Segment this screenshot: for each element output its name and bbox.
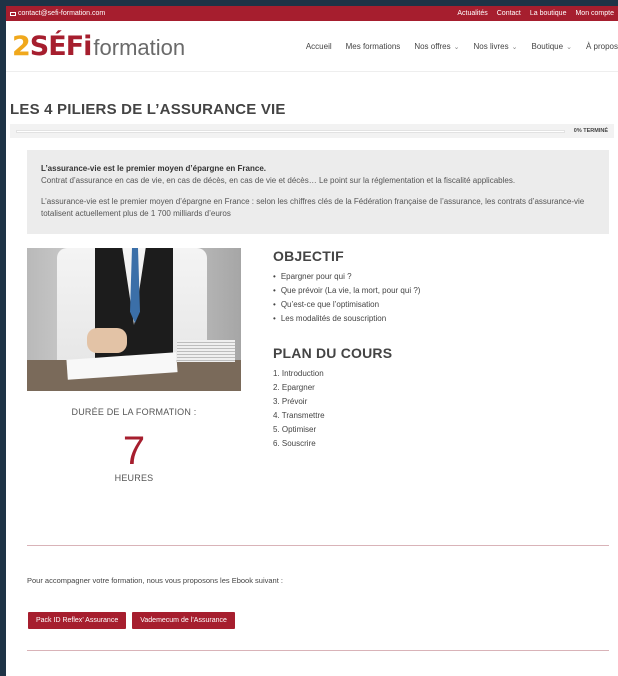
main-nav: Accueil Mes formations Nos offres ⌄ Nos l… — [306, 42, 618, 51]
vademecum-button[interactable]: Vademecum de l’Assurance — [132, 612, 235, 629]
chevron-down-icon: ⌄ — [511, 43, 518, 51]
nav-boutique[interactable]: Boutique ⌄ — [532, 42, 572, 51]
course-photo — [27, 248, 241, 391]
course-left-column: DURÉE DE LA FORMATION : 7 HEURES — [27, 248, 241, 483]
logo-mark: 2 S É Fi — [12, 30, 92, 62]
top-link-boutique[interactable]: La boutique — [530, 10, 567, 17]
browser-page: contact@sefi-formation.com Actualités Co… — [6, 6, 618, 676]
ebook-buttons: Pack ID Reflex’ Assurance Vademecum de l… — [28, 612, 618, 629]
duration-value: 7 — [122, 429, 146, 473]
course-content: DURÉE DE LA FORMATION : 7 HEURES OBJECTI… — [27, 248, 618, 483]
nav-nos-livres[interactable]: Nos livres ⌄ — [474, 42, 518, 51]
ebook-intro: Pour accompagner votre formation, nous v… — [27, 576, 283, 585]
intro-paragraph-1: L’assurance-vie est le premier moyen d’é… — [41, 163, 595, 187]
objectif-item: Epargner pour qui ? — [273, 270, 593, 284]
top-links: Actualités Contact La boutique Mon compt… — [457, 10, 614, 17]
intro-lead: L’assurance-vie est le premier moyen d’é… — [41, 164, 266, 173]
objectif-title: OBJECTIF — [273, 248, 344, 264]
objectif-item: Les modalités de souscription — [273, 312, 593, 326]
plan-title: PLAN DU COURS — [273, 345, 393, 361]
nav-accueil[interactable]: Accueil — [306, 42, 332, 51]
progress-label: 0% TERMINÉ — [573, 128, 608, 134]
site-logo[interactable]: 2 S É Fi formation — [12, 31, 185, 62]
nav-mes-formations[interactable]: Mes formations — [346, 42, 401, 51]
course-right-column: OBJECTIF Epargner pour qui ? Que prévoir… — [273, 248, 593, 483]
progress-track — [16, 129, 565, 133]
chevron-down-icon: ⌄ — [566, 43, 572, 51]
contact-email-link[interactable]: contact@sefi-formation.com — [10, 10, 105, 17]
pack-id-reflex-button[interactable]: Pack ID Reflex’ Assurance — [28, 612, 127, 629]
plan-list: 1. Introduction 2. Epargner 3. Prévoir 4… — [273, 367, 593, 451]
objectif-list: Epargner pour qui ? Que prévoir (La vie,… — [273, 270, 593, 326]
intro-line-2: Contrat d’assurance en cas de vie, en ca… — [41, 176, 516, 185]
contact-email-text: contact@sefi-formation.com — [18, 10, 106, 17]
plan-item[interactable]: 4. Transmettre — [273, 409, 593, 423]
objectif-item: Qu’est-ce que l’optimisation — [273, 298, 593, 312]
plan-item[interactable]: 1. Introduction — [273, 367, 593, 381]
top-bar: contact@sefi-formation.com Actualités Co… — [6, 6, 618, 21]
plan-item[interactable]: 2. Epargner — [273, 381, 593, 395]
nav-nos-offres[interactable]: Nos offres ⌄ — [414, 42, 459, 51]
chevron-down-icon: ⌄ — [453, 43, 460, 51]
top-link-mon-compte[interactable]: Mon compte — [575, 10, 614, 17]
intro-box: L’assurance-vie est le premier moyen d’é… — [27, 150, 609, 234]
top-link-contact[interactable]: Contact — [497, 10, 521, 17]
section-divider — [27, 545, 609, 546]
site-header: 2 S É Fi formation Accueil Mes formations N… — [6, 21, 618, 72]
intro-paragraph-2: L’assurance-vie est le premier moyen d’é… — [41, 197, 585, 218]
plan-item[interactable]: 5. Optimiser — [273, 423, 593, 437]
plan-item[interactable]: 6. Souscrire — [273, 437, 593, 451]
duration-label: DURÉE DE LA FORMATION : — [71, 407, 197, 417]
objectif-item: Que prévoir (La vie, la mort, pour qui ?… — [273, 284, 593, 298]
nav-a-propos[interactable]: À propos — [586, 42, 618, 51]
course-progress: 0% TERMINÉ — [10, 124, 614, 138]
envelope-icon — [10, 11, 16, 16]
plan-item[interactable]: 3. Prévoir — [273, 395, 593, 409]
logo-word: formation — [93, 34, 186, 60]
section-divider — [27, 650, 609, 651]
page-title: LES 4 PILIERS DE L’ASSURANCE VIE — [10, 101, 286, 118]
top-link-actualites[interactable]: Actualités — [457, 10, 487, 17]
duration-unit: HEURES — [114, 473, 154, 483]
